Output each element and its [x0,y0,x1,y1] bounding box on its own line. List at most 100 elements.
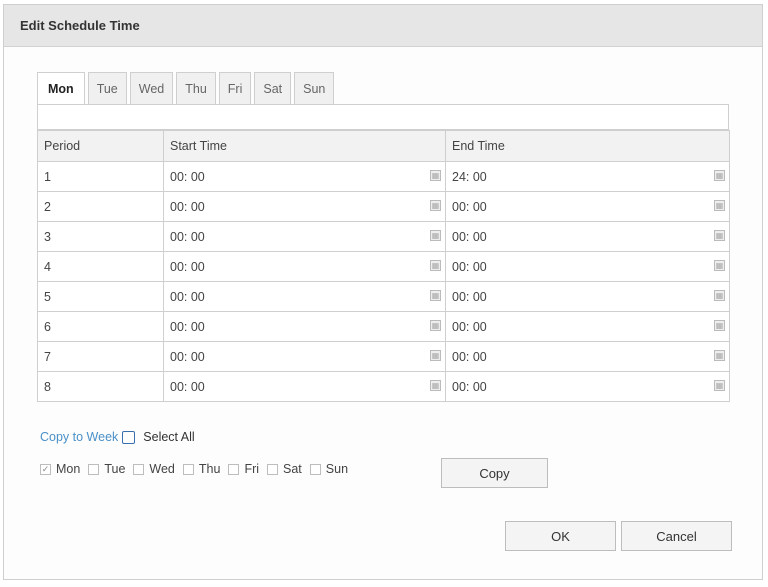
end-time-value: 00: 00 [452,319,487,334]
day-label: Sun [325,462,349,476]
copy-day-wed[interactable]: Wed [133,462,175,476]
tab-fri[interactable]: Fri [218,72,252,104]
period-cell: 7 [37,341,164,372]
calendar-icon[interactable]: ▦ [714,380,725,391]
tab-sun[interactable]: Sun [294,72,335,104]
end-time-field[interactable]: 24: 00 ▦ [445,161,730,192]
checkbox[interactable] [309,463,321,475]
start-time-value: 00: 00 [170,229,205,244]
period-cell: 4 [37,251,164,282]
end-time-value: 00: 00 [452,259,487,274]
calendar-icon[interactable]: ▦ [430,170,441,181]
calendar-icon[interactable]: ▦ [714,200,725,211]
start-time-field[interactable]: 00: 00 ▦ [163,311,446,342]
start-time-field[interactable]: 00: 00 ▦ [163,371,446,402]
calendar-icon[interactable]: ▦ [714,320,725,331]
dialog-title: Edit Schedule Time [20,18,140,33]
calendar-icon[interactable]: ▦ [430,200,441,211]
copy-day-fri[interactable]: Fri [228,462,259,476]
start-time-field[interactable]: 00: 00 ▦ [163,161,446,192]
end-time-field[interactable]: 00: 00 ▦ [445,191,730,222]
calendar-icon[interactable]: ▦ [430,350,441,361]
period-cell: 2 [37,191,164,222]
select-all-checkbox[interactable] [122,430,136,444]
start-time-field[interactable]: 00: 00 ▦ [163,221,446,252]
checkbox[interactable] [88,463,100,475]
tab-thu[interactable]: Thu [176,72,216,104]
period-cell: 8 [37,371,164,402]
start-time-field[interactable]: 00: 00 ▦ [163,341,446,372]
period-cell: 5 [37,281,164,312]
period-cell: 3 [37,221,164,252]
tab-tue[interactable]: Tue [87,72,127,104]
table-row: 2 00: 00 ▦ 00: 00 ▦ [37,191,730,222]
calendar-icon[interactable]: ▦ [714,260,725,271]
start-time-value: 00: 00 [170,379,205,394]
tab-wed[interactable]: Wed [129,72,174,104]
start-time-value: 00: 00 [170,349,205,364]
table-row: 6 00: 00 ▦ 00: 00 ▦ [37,311,730,342]
day-label: Tue [104,462,126,476]
end-time-value: 00: 00 [452,229,487,244]
checkbox[interactable] [133,463,145,475]
check-icon[interactable]: ✓ [40,463,51,475]
day-label: Thu [198,462,221,476]
copy-button[interactable]: Copy [441,458,548,488]
tab-sat[interactable]: Sat [254,72,292,104]
ok-button[interactable]: OK [505,521,616,551]
tab-mon[interactable]: Mon [37,72,85,105]
copy-to-week-row: Copy to Week Select All [40,430,195,444]
start-time-value: 00: 00 [170,199,205,214]
copy-day-sat[interactable]: Sat [267,462,302,476]
copy-day-thu[interactable]: Thu [182,462,221,476]
calendar-icon[interactable]: ▦ [714,290,725,301]
start-time-value: 00: 00 [170,169,205,184]
calendar-icon[interactable]: ▦ [714,170,725,181]
copy-to-week-link[interactable]: Copy to Week [40,430,118,444]
end-time-value: 00: 00 [452,199,487,214]
calendar-icon[interactable]: ▦ [430,260,441,271]
table-row: 5 00: 00 ▦ 00: 00 ▦ [37,281,730,312]
calendar-icon[interactable]: ▦ [714,230,725,241]
end-time-field[interactable]: 00: 00 ▦ [445,221,730,252]
checkbox[interactable] [182,463,194,475]
end-time-field[interactable]: 00: 00 ▦ [445,251,730,282]
start-time-field[interactable]: 00: 00 ▦ [163,281,446,312]
end-time-field[interactable]: 00: 00 ▦ [445,371,730,402]
copy-days-row: ✓ Mon Tue Wed Thu Fri Sat Sun [40,462,356,476]
table-row: 4 00: 00 ▦ 00: 00 ▦ [37,251,730,282]
table-header-row: Period Start Time End Time [37,130,730,162]
checkbox[interactable] [228,463,240,475]
end-time-value: 00: 00 [452,379,487,394]
start-time-field[interactable]: 00: 00 ▦ [163,251,446,282]
table-row: 3 00: 00 ▦ 00: 00 ▦ [37,221,730,252]
tab-panel-strip [37,104,729,130]
copy-day-tue[interactable]: Tue [88,462,125,476]
start-time-value: 00: 00 [170,319,205,334]
dialog-titlebar: Edit Schedule Time [4,5,762,47]
start-time-value: 00: 00 [170,259,205,274]
day-label: Mon [56,462,81,476]
column-header-start-time: Start Time [163,130,446,162]
column-header-end-time: End Time [445,130,730,162]
cancel-button[interactable]: Cancel [621,521,732,551]
column-header-period: Period [37,130,164,162]
start-time-field[interactable]: 00: 00 ▦ [163,191,446,222]
end-time-value: 00: 00 [452,349,487,364]
table-row: 8 00: 00 ▦ 00: 00 ▦ [37,371,730,402]
calendar-icon[interactable]: ▦ [430,290,441,301]
end-time-value: 24: 00 [452,169,487,184]
end-time-value: 00: 00 [452,289,487,304]
period-cell: 6 [37,311,164,342]
end-time-field[interactable]: 00: 00 ▦ [445,311,730,342]
calendar-icon[interactable]: ▦ [430,230,441,241]
end-time-field[interactable]: 00: 00 ▦ [445,281,730,312]
calendar-icon[interactable]: ▦ [430,320,441,331]
calendar-icon[interactable]: ▦ [714,350,725,361]
copy-day-mon[interactable]: ✓ Mon [40,462,80,476]
checkbox[interactable] [267,463,279,475]
end-time-field[interactable]: 00: 00 ▦ [445,341,730,372]
copy-day-sun[interactable]: Sun [309,462,349,476]
day-label: Sat [283,462,302,476]
calendar-icon[interactable]: ▦ [430,380,441,391]
